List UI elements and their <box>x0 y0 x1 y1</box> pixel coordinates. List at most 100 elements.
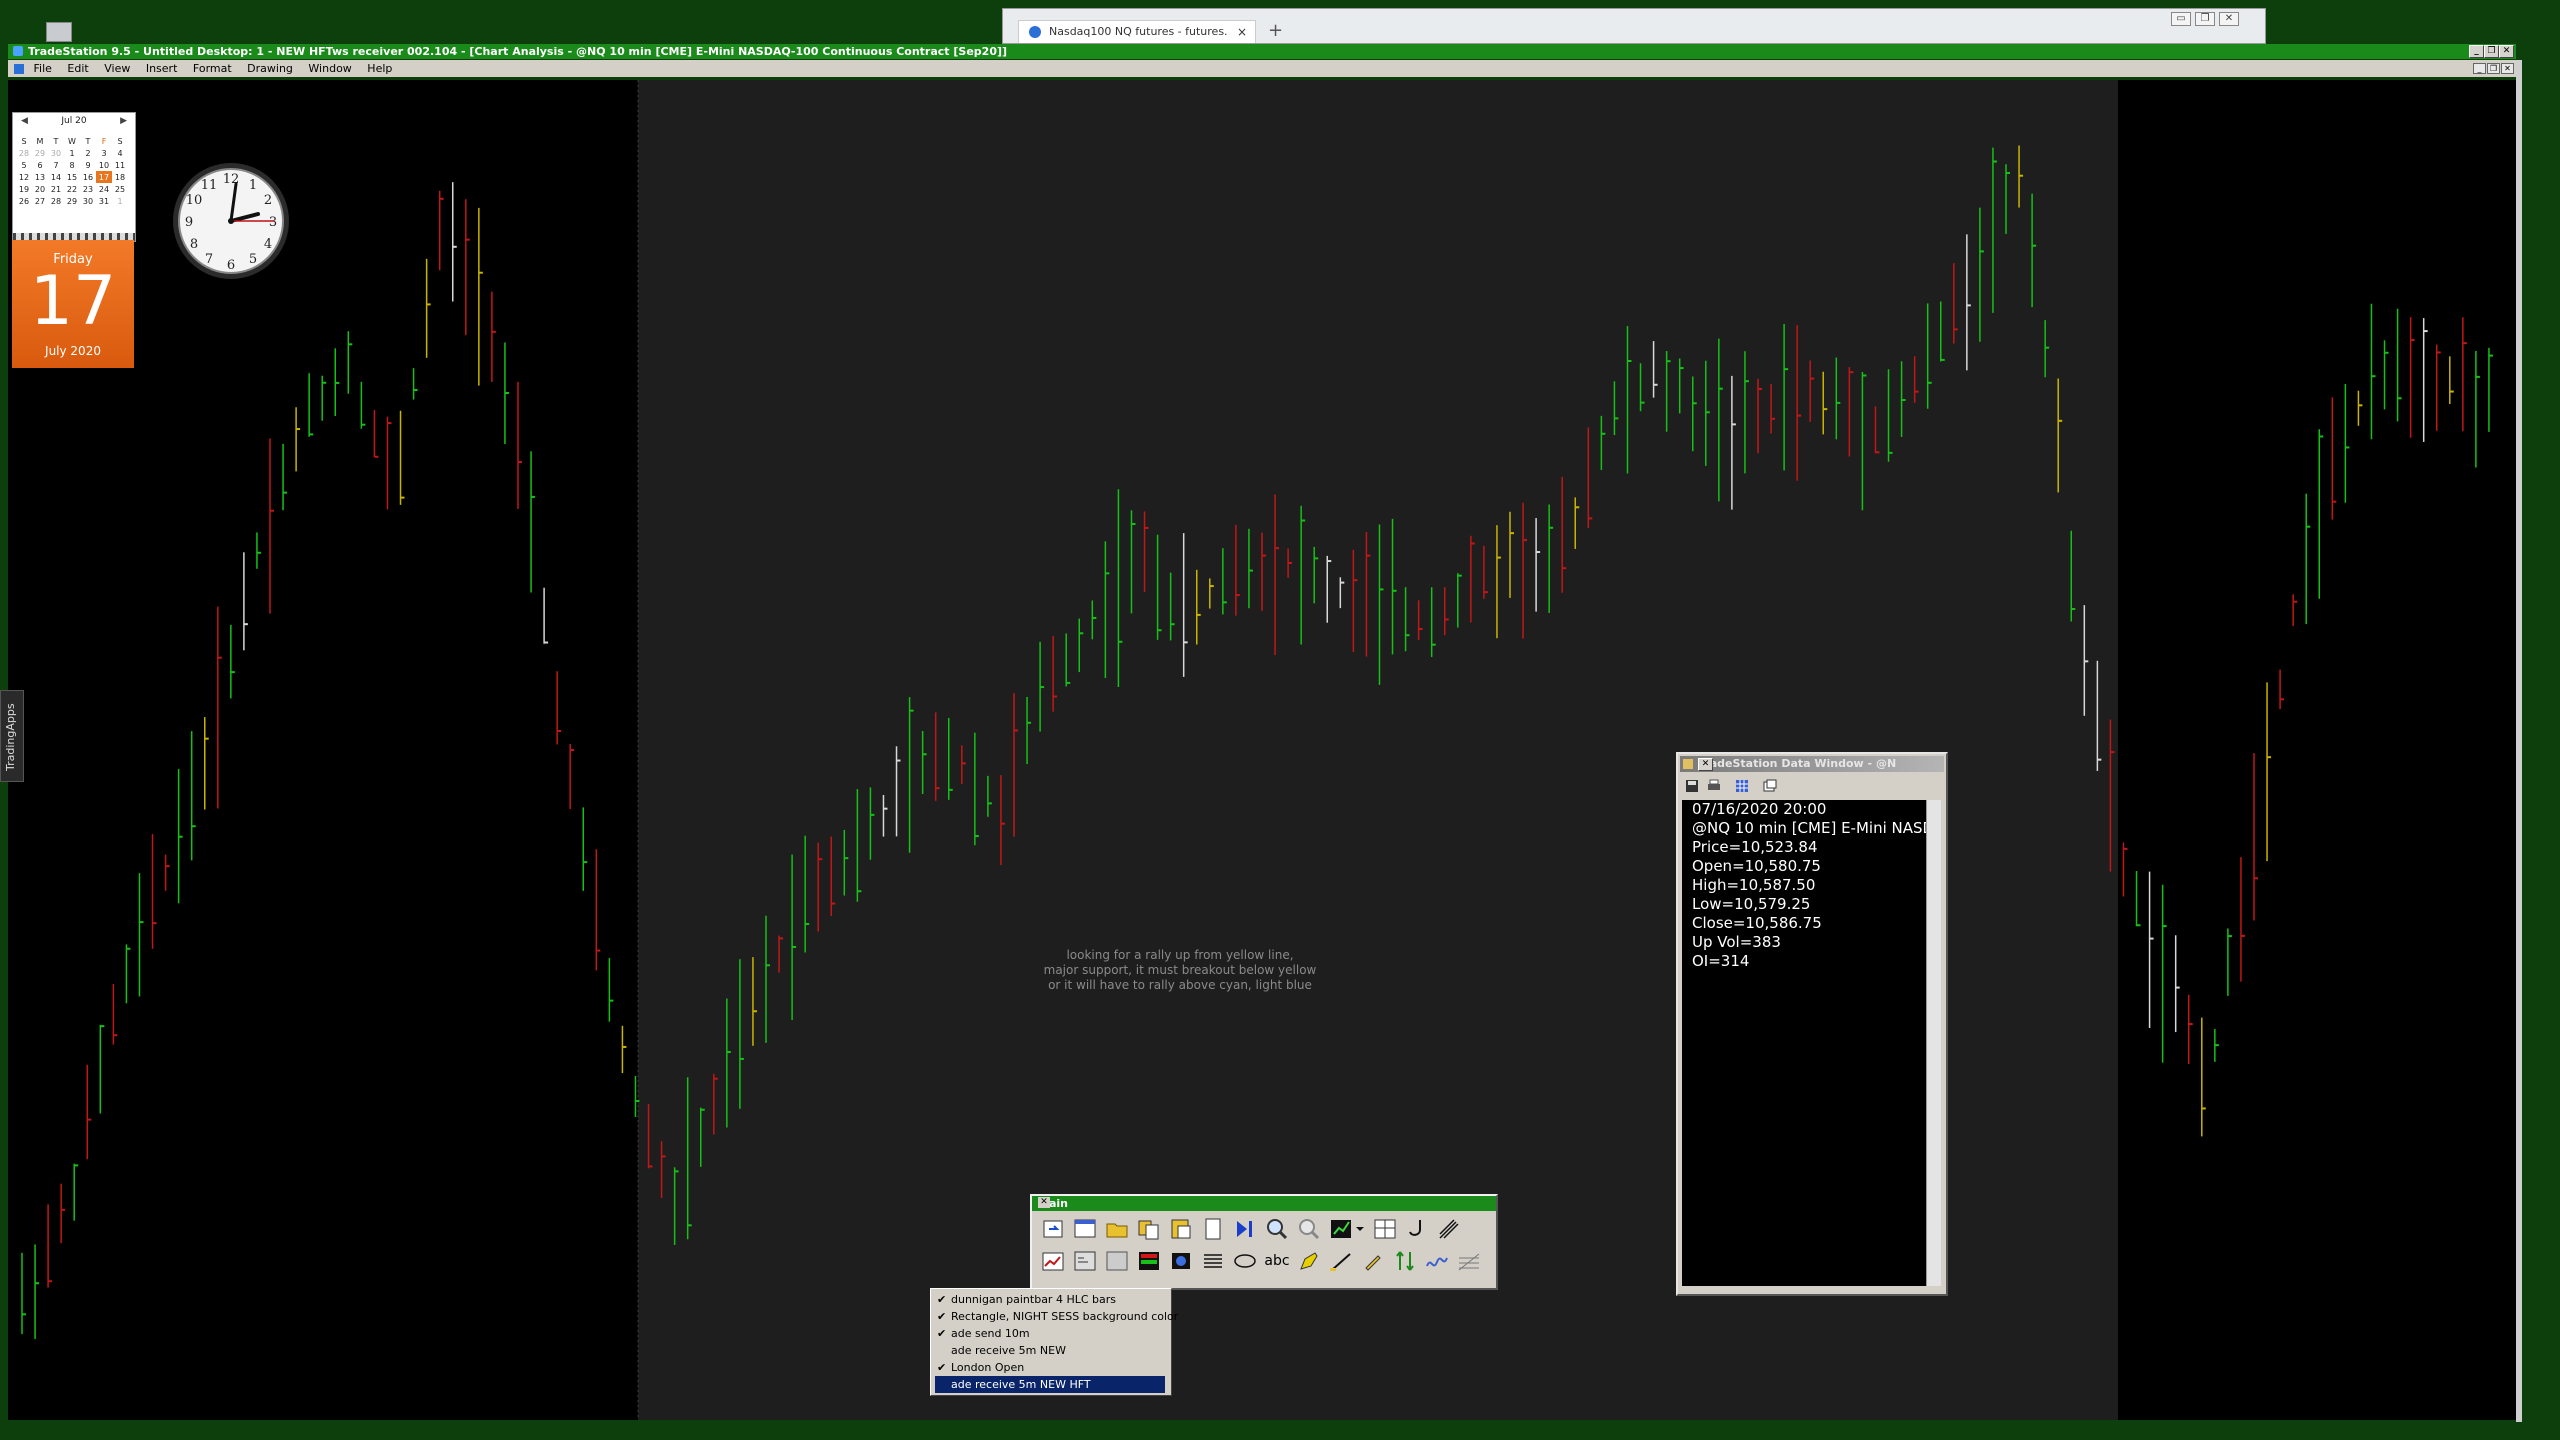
indicator-popup-menu[interactable]: ✔ dunnigan paintbar 4 HLC bars ✔ Rectangle… <box>930 1288 1178 1396</box>
chart-annotation[interactable]: looking for a rally up from yellow line,… <box>1000 948 1360 993</box>
data-window[interactable]: TradeStation Data Window - @N _ ❐ ✕ 07/1… <box>1676 752 1948 1296</box>
data-window-title-bar[interactable]: TradeStation Data Window - @N _ ❐ ✕ <box>1680 756 1944 772</box>
popup-item[interactable]: ✔ ade send 10m <box>935 1325 1165 1342</box>
calendar-day-today[interactable]: 17 <box>96 171 112 183</box>
browser-minimize-button[interactable]: ▭ <box>2171 12 2191 26</box>
arrows-icon[interactable] <box>1392 1248 1418 1274</box>
calendar-day[interactable]: 23 <box>80 183 96 195</box>
close-button[interactable]: ✕ <box>2499 45 2514 58</box>
menu-drawing[interactable]: Drawing <box>247 60 293 77</box>
calendar-day[interactable]: 4 <box>112 147 128 159</box>
new-window-icon[interactable] <box>1072 1216 1098 1242</box>
recycle-bin-icon[interactable] <box>46 22 72 42</box>
calendar-day[interactable]: 30 <box>80 195 96 207</box>
calendar-day[interactable]: 31 <box>96 195 112 207</box>
calendar-day[interactable]: 29 <box>32 147 48 159</box>
calendar-day[interactable]: 1 <box>112 195 128 207</box>
calendar-day[interactable]: 22 <box>64 183 80 195</box>
calendar-day[interactable]: 10 <box>96 159 112 171</box>
ellipse-tool-icon[interactable] <box>1232 1248 1258 1274</box>
pencil-icon[interactable] <box>1360 1248 1386 1274</box>
calendar-day[interactable]: 8 <box>64 159 80 171</box>
indicator-icon[interactable] <box>1040 1248 1066 1274</box>
chart-style-icon[interactable] <box>1328 1216 1354 1242</box>
calendar-day[interactable]: 2 <box>80 147 96 159</box>
menu-format[interactable]: Format <box>193 60 232 77</box>
popup-item-selected[interactable]: ade receive 5m NEW HFT <box>935 1376 1165 1393</box>
main-toolbar[interactable]: Main ✕ abc <box>1030 1194 1498 1290</box>
window-icon[interactable] <box>1762 778 1778 794</box>
browser-tab[interactable]: Nasdaq100 NQ futures - futures.io × <box>1018 20 1256 43</box>
dw-close-button[interactable]: ✕ <box>1698 758 1713 771</box>
doc-close-button[interactable]: ✕ <box>2501 63 2514 74</box>
calendar-day[interactable]: 6 <box>32 159 48 171</box>
paste-icon[interactable] <box>1168 1216 1194 1242</box>
highlighter-icon[interactable] <box>1296 1248 1322 1274</box>
calendar-day[interactable]: 27 <box>32 195 48 207</box>
calendar-day[interactable]: 20 <box>32 183 48 195</box>
calendar-day[interactable]: 5 <box>16 159 32 171</box>
calendar-day[interactable]: 28 <box>48 195 64 207</box>
calendar-day[interactable]: 9 <box>80 159 96 171</box>
calendar-day[interactable]: 30 <box>48 147 64 159</box>
radar-icon[interactable] <box>1168 1248 1194 1274</box>
calendar-day[interactable]: 7 <box>48 159 64 171</box>
table-icon[interactable] <box>1104 1248 1130 1274</box>
calendar-day[interactable]: 21 <box>48 183 64 195</box>
calendar-day[interactable]: 12 <box>16 171 32 183</box>
open-folder-icon[interactable] <box>1104 1216 1130 1242</box>
tab-close-icon[interactable]: × <box>1237 21 1247 43</box>
calendar-day[interactable]: 29 <box>64 195 80 207</box>
refresh-icon[interactable] <box>1040 1216 1066 1242</box>
calendar-day[interactable]: 18 <box>112 171 128 183</box>
color-bars-icon[interactable] <box>1136 1248 1162 1274</box>
print-icon[interactable] <box>1706 778 1722 794</box>
popup-item[interactable]: ✔ Rectangle, NIGHT SESS background color <box>935 1308 1178 1325</box>
browser-maximize-button[interactable]: ❐ <box>2195 12 2215 26</box>
chevron-down-icon[interactable] <box>1354 1216 1366 1242</box>
minimize-button[interactable]: _ <box>2469 45 2484 58</box>
fibonacci-icon[interactable] <box>1456 1248 1482 1274</box>
main-toolbar-title-bar[interactable]: Main ✕ <box>1032 1196 1496 1211</box>
zoom-out-icon[interactable] <box>1296 1216 1322 1242</box>
menu-help[interactable]: Help <box>367 60 392 77</box>
curve-tool-icon[interactable] <box>1404 1216 1430 1242</box>
new-tab-button[interactable]: + <box>1268 20 1283 41</box>
popup-item[interactable]: ✔ dunnigan paintbar 4 HLC bars <box>935 1291 1165 1308</box>
calendar-day[interactable]: 3 <box>96 147 112 159</box>
horizontal-lines-icon[interactable] <box>1200 1248 1226 1274</box>
data-window-scrollbar[interactable] <box>1926 800 1941 1286</box>
text-tool-icon[interactable]: abc <box>1264 1248 1290 1274</box>
menu-window[interactable]: Window <box>308 60 351 77</box>
go-to-end-icon[interactable] <box>1232 1216 1258 1242</box>
calendar-day[interactable]: 13 <box>32 171 48 183</box>
menu-insert[interactable]: Insert <box>146 60 178 77</box>
doc-minimize-button[interactable]: _ <box>2473 63 2486 74</box>
calendar-next-icon[interactable]: ▶ <box>120 116 127 126</box>
calendar-day[interactable]: 14 <box>48 171 64 183</box>
page-icon[interactable] <box>1200 1216 1226 1242</box>
fork-tool-icon[interactable] <box>1436 1216 1462 1242</box>
strategy-icon[interactable] <box>1072 1248 1098 1274</box>
calendar-day[interactable]: 24 <box>96 183 112 195</box>
maximize-button[interactable]: ❐ <box>2484 45 2499 58</box>
tradingapps-tab[interactable]: TradingApps <box>0 690 24 782</box>
menu-file[interactable]: File <box>34 60 52 77</box>
browser-close-button[interactable]: ✕ <box>2219 12 2239 26</box>
copy-icon[interactable] <box>1136 1216 1162 1242</box>
wave-tool-icon[interactable] <box>1424 1248 1450 1274</box>
menu-view[interactable]: View <box>104 60 130 77</box>
calendar-day[interactable]: 16 <box>80 171 96 183</box>
trendline-icon[interactable] <box>1328 1248 1354 1274</box>
calendar-day[interactable]: 28 <box>16 147 32 159</box>
zoom-in-icon[interactable] <box>1264 1216 1290 1242</box>
popup-item[interactable]: ade receive 5m NEW <box>935 1342 1165 1359</box>
main-toolbar-close-button[interactable]: ✕ <box>1038 1197 1050 1208</box>
calendar-day[interactable]: 15 <box>64 171 80 183</box>
save-icon[interactable] <box>1684 778 1700 794</box>
grid-icon[interactable] <box>1734 778 1750 794</box>
calendar-day[interactable]: 25 <box>112 183 128 195</box>
calendar-day[interactable]: 19 <box>16 183 32 195</box>
calendar-day[interactable]: 1 <box>64 147 80 159</box>
menu-edit[interactable]: Edit <box>67 60 88 77</box>
